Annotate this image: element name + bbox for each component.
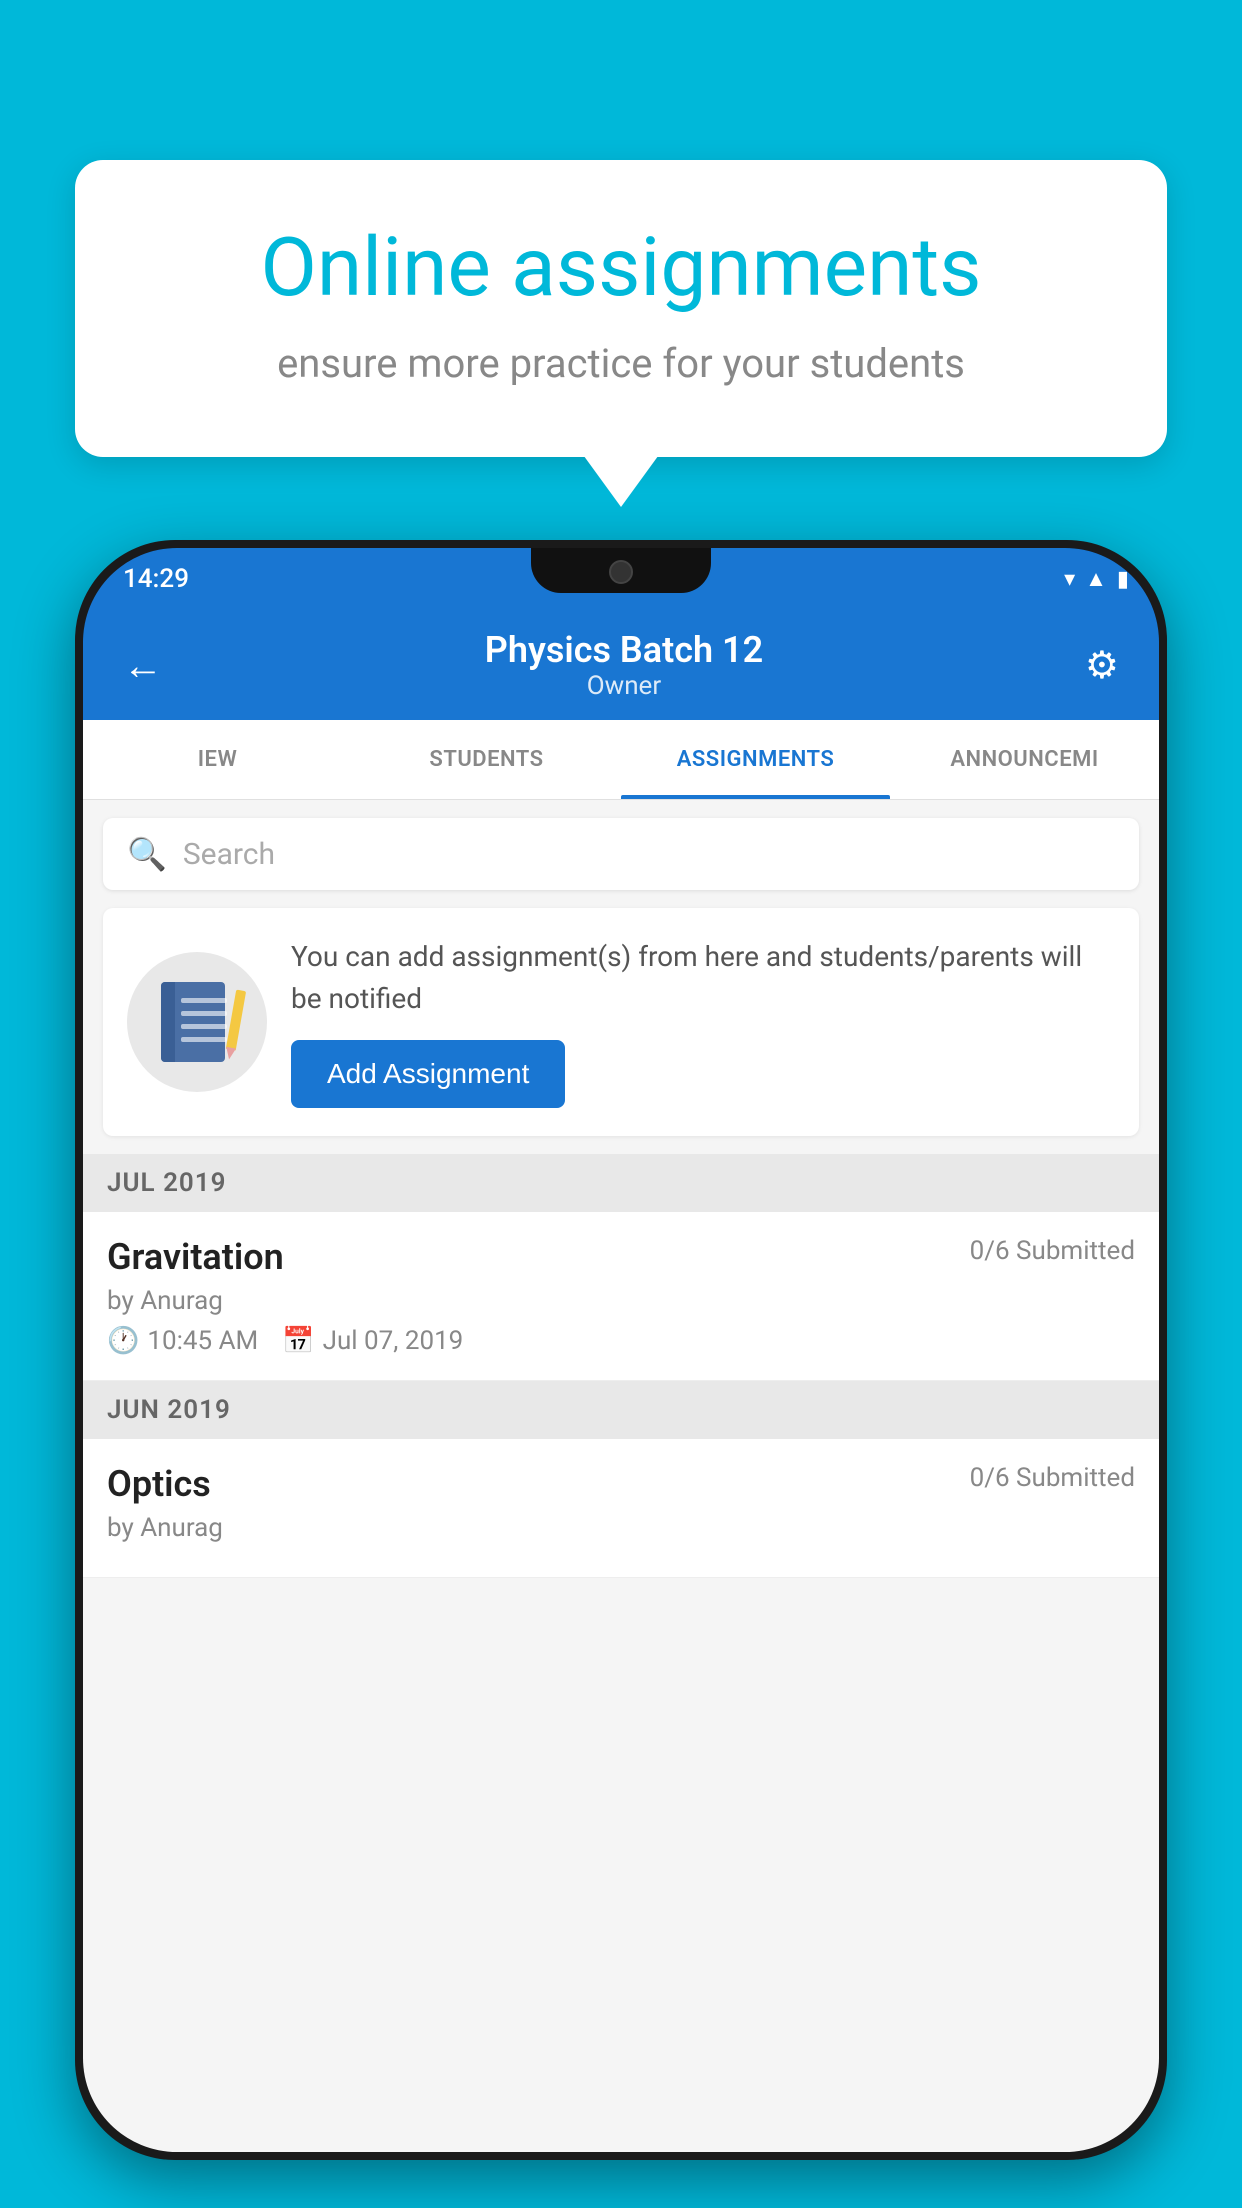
- assignment-by: by Anurag: [107, 1286, 1135, 1316]
- promo-card: You can add assignment(s) from here and …: [103, 908, 1139, 1136]
- assignment-time: 10:45 AM: [147, 1326, 258, 1356]
- assignment-item-optics[interactable]: Optics 0/6 Submitted by Anurag: [83, 1439, 1159, 1578]
- notebook-icon: [161, 982, 233, 1062]
- calendar-icon: 📅: [282, 1326, 314, 1356]
- assignment-header-optics: Optics 0/6 Submitted: [107, 1463, 1135, 1505]
- tab-assignments[interactable]: ASSIGNMENTS: [621, 720, 890, 799]
- search-placeholder: Search: [183, 837, 275, 872]
- app-bar-title: Physics Batch 12: [173, 629, 1075, 671]
- signal-icon: ▲: [1085, 566, 1107, 592]
- app-bar: ← Physics Batch 12 Owner ⚙: [83, 610, 1159, 720]
- back-button[interactable]: ←: [113, 632, 173, 699]
- promo-icon-circle: [127, 952, 267, 1092]
- promo-text-area: You can add assignment(s) from here and …: [291, 936, 1115, 1108]
- add-assignment-button[interactable]: Add Assignment: [291, 1040, 565, 1108]
- bubble-title: Online assignments: [155, 220, 1087, 316]
- app-bar-subtitle: Owner: [173, 671, 1075, 701]
- search-icon: 🔍: [127, 835, 167, 873]
- assignment-submitted-optics: 0/6 Submitted: [970, 1463, 1135, 1493]
- assignment-header: Gravitation 0/6 Submitted: [107, 1236, 1135, 1278]
- bubble-subtitle: ensure more practice for your students: [155, 340, 1087, 387]
- section-header-jul: JUL 2019: [83, 1154, 1159, 1212]
- pencil-icon: [226, 990, 246, 1051]
- assignment-by-optics: by Anurag: [107, 1513, 1135, 1543]
- notebook-line-3: [181, 1024, 227, 1029]
- assignment-datetime: 🕐 10:45 AM 📅 Jul 07, 2019: [107, 1326, 1135, 1356]
- section-header-jun: JUN 2019: [83, 1381, 1159, 1439]
- phone-screen: 14:29 ▾ ▲ ▮ ← Physics Batch 12 Owner ⚙ I…: [83, 548, 1159, 2152]
- status-icons: ▾ ▲ ▮: [1064, 566, 1129, 592]
- speech-bubble: Online assignments ensure more practice …: [75, 160, 1167, 457]
- search-bar[interactable]: 🔍 Search: [103, 818, 1139, 890]
- date-item: 📅 Jul 07, 2019: [282, 1326, 463, 1356]
- assignment-item-gravitation[interactable]: Gravitation 0/6 Submitted by Anurag 🕐 10…: [83, 1212, 1159, 1381]
- time-item: 🕐 10:45 AM: [107, 1326, 258, 1356]
- tab-students[interactable]: STUDENTS: [352, 720, 621, 799]
- tab-announcements[interactable]: ANNOUNCEMI: [890, 720, 1159, 799]
- screen-content: 🔍 Search: [83, 800, 1159, 2152]
- camera: [609, 560, 633, 584]
- tabs-bar: IEW STUDENTS ASSIGNMENTS ANNOUNCEMI: [83, 720, 1159, 800]
- phone-frame: 14:29 ▾ ▲ ▮ ← Physics Batch 12 Owner ⚙ I…: [75, 540, 1167, 2160]
- notebook-line-1: [181, 998, 227, 1003]
- assignment-submitted: 0/6 Submitted: [970, 1236, 1135, 1266]
- assignment-title: Gravitation: [107, 1236, 284, 1278]
- promo-description: You can add assignment(s) from here and …: [291, 936, 1115, 1020]
- wifi-icon: ▾: [1064, 567, 1075, 592]
- tab-iew[interactable]: IEW: [83, 720, 352, 799]
- app-bar-title-area: Physics Batch 12 Owner: [173, 629, 1075, 701]
- assignment-title-optics: Optics: [107, 1463, 211, 1505]
- clock-icon: 🕐: [107, 1326, 139, 1356]
- notebook-lines: [181, 998, 227, 1050]
- settings-button[interactable]: ⚙: [1075, 633, 1129, 698]
- notebook-line-2: [181, 1011, 227, 1016]
- status-time: 14:29: [123, 564, 189, 594]
- battery-icon: ▮: [1117, 567, 1129, 592]
- phone-notch: [531, 548, 711, 593]
- assignment-date: Jul 07, 2019: [323, 1326, 464, 1356]
- notebook-spine: [161, 982, 175, 1062]
- notebook-line-4: [181, 1037, 227, 1042]
